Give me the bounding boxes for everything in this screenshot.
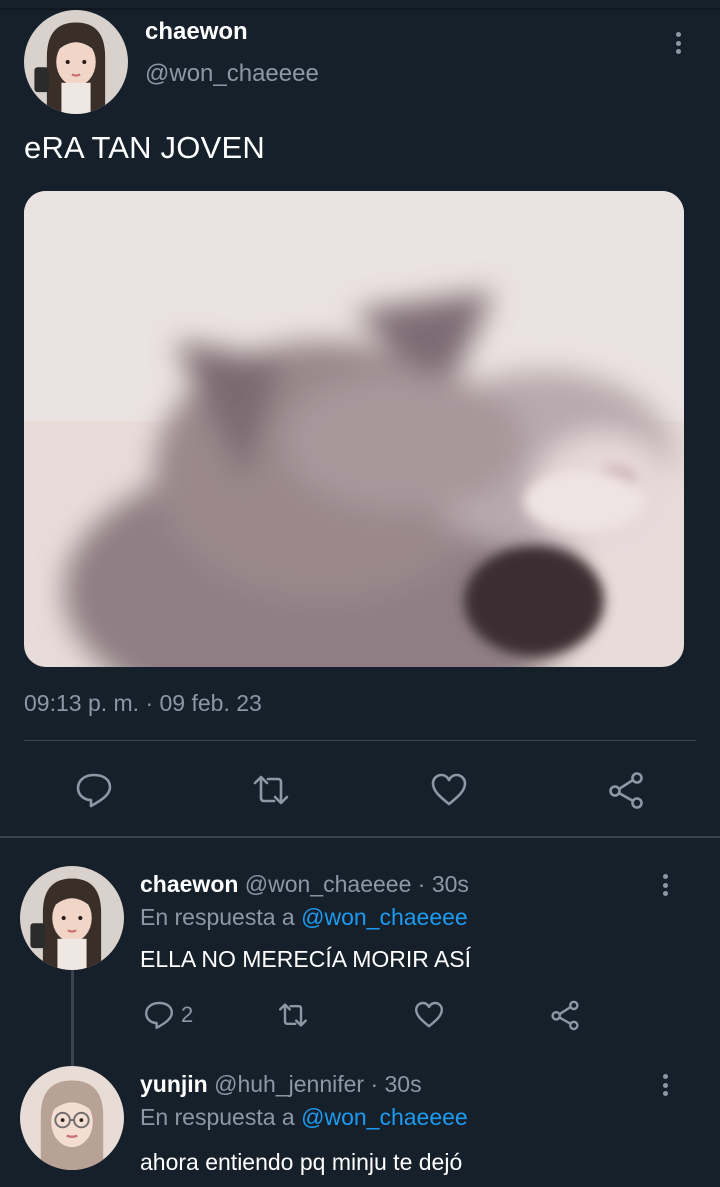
tweet-detail-screen: chaewon @won_chaeeee eRA TAN JOVEN 09:13…	[0, 0, 720, 1187]
like-icon[interactable]	[413, 999, 445, 1031]
reply-header: yunjin @huh_jennifer · 30s	[140, 1071, 422, 1098]
avatar[interactable]	[24, 10, 128, 114]
share-icon[interactable]	[606, 770, 646, 810]
retweet-icon[interactable]	[251, 770, 291, 810]
display-name[interactable]: yunjin	[140, 1071, 208, 1097]
avatar[interactable]	[20, 866, 124, 970]
reply-text: ELLA NO MERECÍA MORIR ASÍ	[140, 946, 472, 972]
tweet-image[interactable]	[24, 191, 684, 667]
mention-link[interactable]: @won_chaeeee	[301, 1104, 468, 1130]
divider	[24, 740, 696, 741]
reply-icon[interactable]	[74, 770, 114, 810]
display-name[interactable]: chaewon	[140, 871, 238, 897]
top-divider	[0, 8, 720, 10]
reply-meta: @huh_jennifer · 30s	[207, 1071, 422, 1097]
user-handle[interactable]: @won_chaeeee	[145, 60, 319, 88]
reply-meta: @won_chaeeee · 30s	[238, 871, 469, 897]
retweet-icon[interactable]	[277, 999, 309, 1031]
replying-prefix: En respuesta a	[140, 904, 302, 930]
replying-to: En respuesta a @won_chaeeee	[140, 904, 468, 931]
more-options-icon[interactable]	[655, 870, 675, 900]
more-options-icon[interactable]	[655, 1070, 675, 1100]
main-tweet: chaewon @won_chaeeee eRA TAN JOVEN 09:13…	[0, 0, 720, 838]
replying-to: En respuesta a @won_chaeeee	[140, 1104, 468, 1131]
share-icon[interactable]	[549, 999, 581, 1031]
reply-header: chaewon @won_chaeeee · 30s	[140, 871, 469, 898]
more-options-icon[interactable]	[668, 28, 688, 58]
section-divider	[0, 836, 720, 838]
reply-icon[interactable]	[143, 999, 175, 1031]
reply-text: ahora entiendo pq minju te dejó	[140, 1149, 463, 1175]
like-icon[interactable]	[429, 770, 469, 810]
thread-line	[71, 970, 74, 1066]
display-name[interactable]: chaewon	[145, 18, 248, 46]
tweet-text: eRA TAN JOVEN	[24, 130, 265, 165]
tweet-timestamp: 09:13 p. m. · 09 feb. 23	[24, 690, 262, 716]
replying-prefix: En respuesta a	[140, 1104, 302, 1130]
avatar[interactable]	[20, 1066, 124, 1170]
mention-link[interactable]: @won_chaeeee	[301, 904, 468, 930]
reply-count: 2	[181, 1002, 194, 1027]
